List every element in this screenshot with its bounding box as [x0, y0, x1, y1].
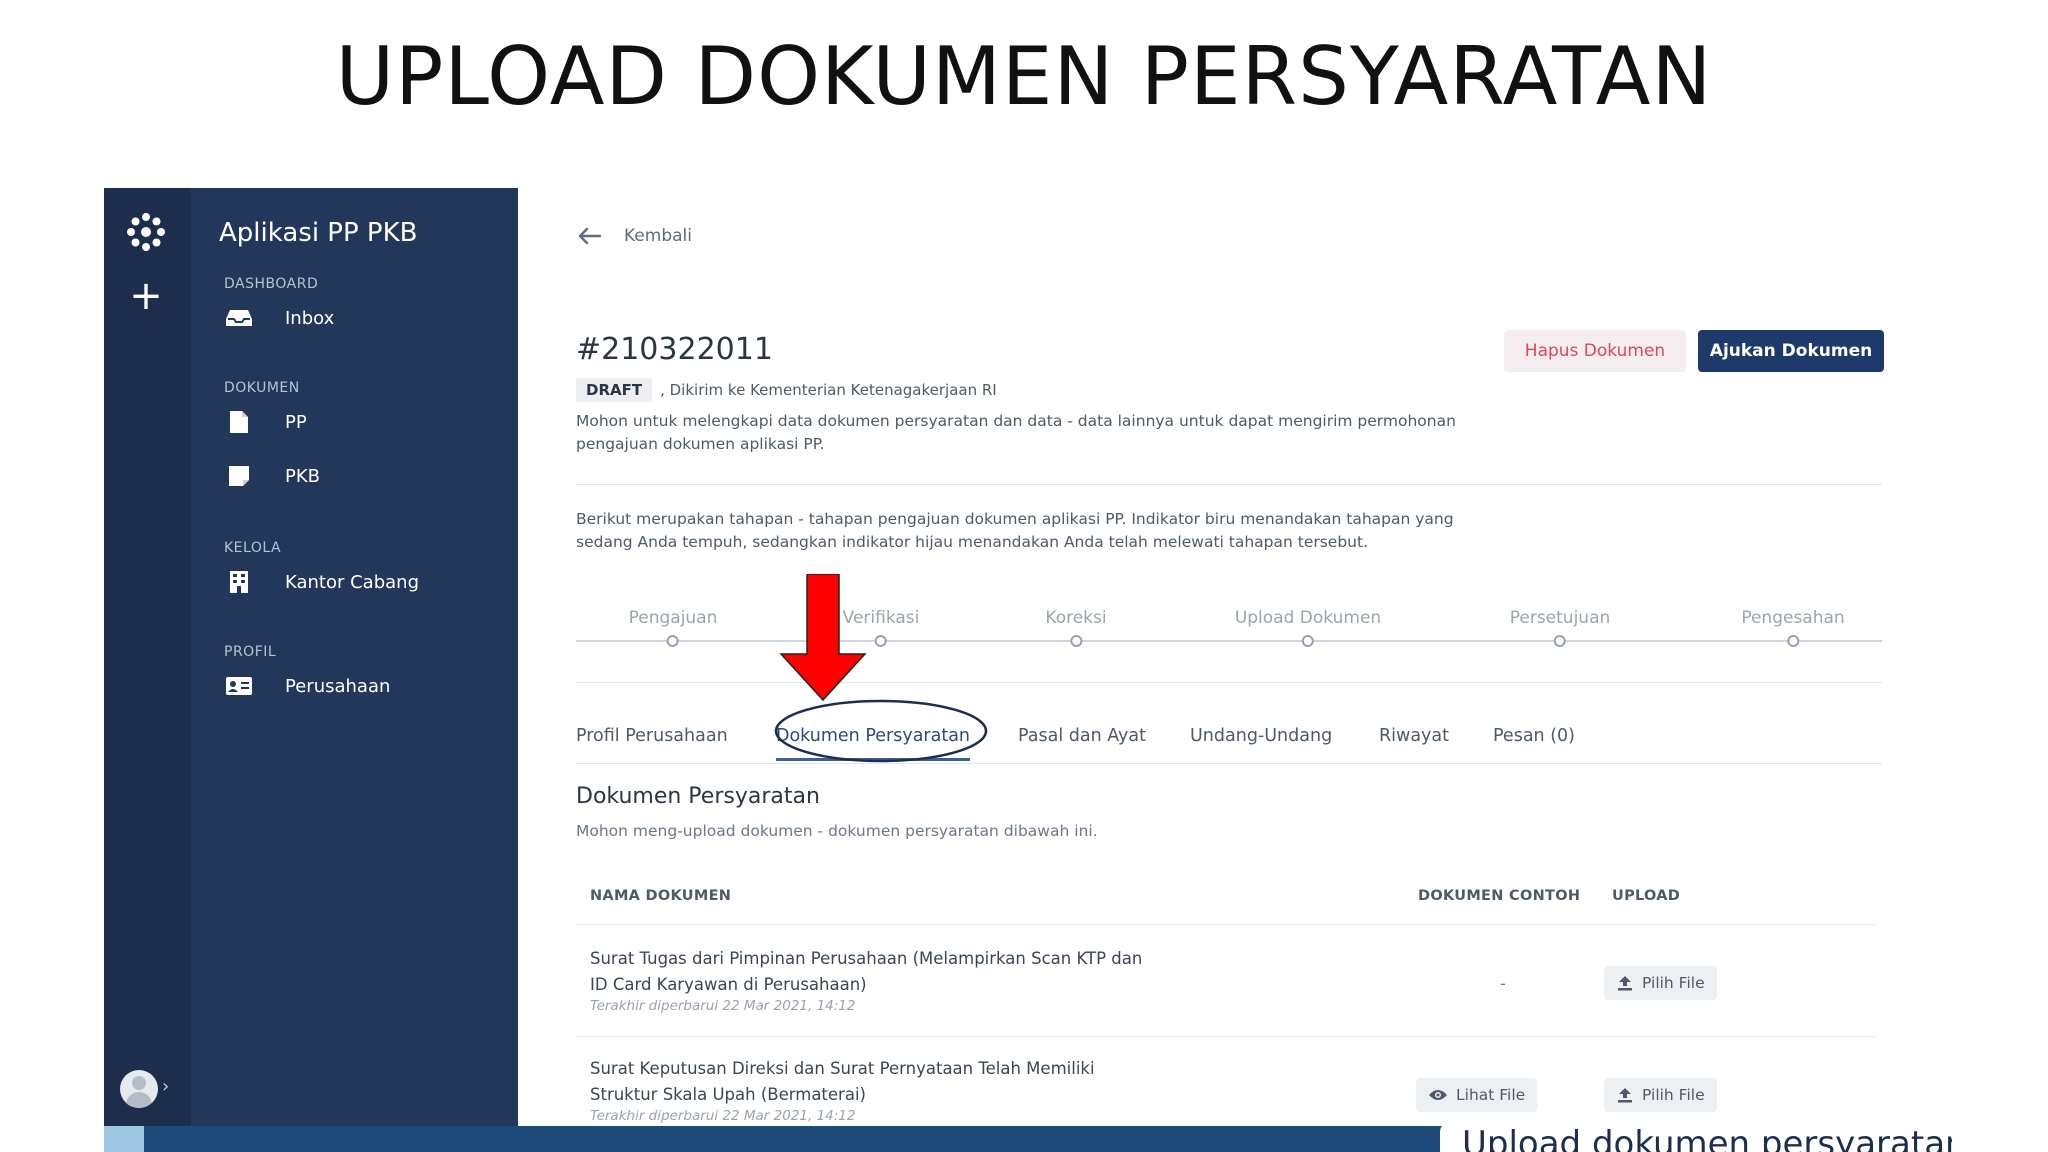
- slide-caption: Upload dokumen persyaratan: [1440, 1122, 1952, 1152]
- table-row-divider: [576, 1036, 1876, 1037]
- main-content: Kembali #210322011 DRAFT , Dikirim ke Ke…: [518, 188, 1944, 1130]
- sidebar-item-label: PP: [285, 411, 307, 433]
- sidebar-section-kelola: KELOLA: [224, 540, 282, 556]
- sidebar-item-label: Kantor Cabang: [285, 571, 420, 593]
- icon-rail: + ›: [104, 188, 191, 1130]
- back-label: Kembali: [624, 226, 692, 246]
- sidebar-item-perusahaan[interactable]: Perusahaan: [221, 666, 501, 706]
- upload-icon: [1618, 1088, 1632, 1103]
- note-icon: [221, 462, 257, 490]
- divider: [576, 484, 1882, 485]
- upload-icon: [1618, 976, 1632, 991]
- step-persetujuan: Persetujuan: [1510, 608, 1610, 647]
- slide-title: UPLOAD DOKUMEN PERSYARATAN: [335, 30, 1713, 123]
- table-row-2-updated: Terakhir diperbarui 22 Mar 2021, 14:12: [590, 1108, 856, 1124]
- arrow-left-icon: [578, 227, 602, 245]
- sidebar-item-label: PKB: [285, 465, 321, 487]
- document-icon: [221, 408, 257, 436]
- chevron-right-icon[interactable]: ›: [162, 1076, 169, 1097]
- table-row-divider: [576, 924, 1876, 925]
- tab-profil-perusahaan[interactable]: Profil Perusahaan: [576, 726, 728, 746]
- progress-stepper: Pengajuan Verifikasi Koreksi Upload Doku…: [576, 608, 1882, 648]
- step-pengesahan: Pengesahan: [1741, 608, 1845, 647]
- status-row: DRAFT , Dikirim ke Kementerian Ketenagak…: [576, 378, 997, 402]
- tab-pesan[interactable]: Pesan (0): [1493, 726, 1575, 746]
- sidebar-item-inbox[interactable]: Inbox: [221, 298, 501, 338]
- tab-pasal-dan-ayat[interactable]: Pasal dan Ayat: [1018, 726, 1146, 746]
- sidebar-item-label: Inbox: [285, 307, 335, 329]
- app-window: + › Aplikasi PP PKB DASHBOARD Inbox DOKU…: [104, 188, 1944, 1152]
- building-icon: [221, 568, 257, 596]
- table-row-2-upload-button[interactable]: Pilih File: [1604, 1078, 1717, 1112]
- column-header-upload: UPLOAD: [1612, 888, 1681, 904]
- table-row-2-view-button[interactable]: Lihat File: [1416, 1078, 1538, 1112]
- annotation-arrow-icon: [779, 574, 867, 702]
- sidebar-section-profil: PROFIL: [224, 644, 277, 660]
- step-pengajuan: Pengajuan: [629, 608, 717, 647]
- app-name: Aplikasi PP PKB: [219, 218, 418, 248]
- column-header-nama-dokumen: NAMA DOKUMEN: [590, 888, 732, 904]
- sidebar-item-label: Perusahaan: [285, 675, 391, 697]
- step-upload-dokumen: Upload Dokumen: [1235, 608, 1381, 647]
- intro-text: Mohon untuk melengkapi data dokumen pers…: [576, 412, 1456, 453]
- submit-document-button[interactable]: Ajukan Dokumen: [1698, 330, 1884, 372]
- section-title: Dokumen Persyaratan: [576, 784, 820, 809]
- status-text: , Dikirim ke Kementerian Ketenagakerjaan…: [660, 381, 997, 399]
- add-icon[interactable]: +: [126, 276, 166, 316]
- tab-bar: Profil Perusahaan Dokumen Persyaratan Pa…: [576, 718, 1882, 764]
- annotation-ellipse: [774, 699, 988, 763]
- delete-document-button[interactable]: Hapus Dokumen: [1504, 330, 1686, 372]
- sidebar-item-pp[interactable]: PP: [221, 402, 501, 442]
- stages-description: Berikut merupakan tahapan - tahapan peng…: [576, 510, 1454, 551]
- sidebar-section-dashboard: DASHBOARD: [224, 276, 319, 292]
- id-card-icon: [221, 672, 257, 700]
- eye-icon: [1429, 1090, 1447, 1100]
- logo-icon[interactable]: [122, 208, 170, 256]
- table-row-1-example: -: [1500, 974, 1506, 993]
- back-link[interactable]: Kembali: [576, 226, 692, 246]
- stepper-track: [576, 640, 1882, 642]
- section-subtitle: Mohon meng-upload dokumen - dokumen pers…: [576, 822, 1098, 840]
- table-row-1-upload-button[interactable]: Pilih File: [1604, 966, 1717, 1000]
- table-row-1-name: Surat Tugas dari Pimpinan Perusahaan (Me…: [590, 949, 1143, 994]
- sidebar-item-kantor-cabang[interactable]: Kantor Cabang: [221, 562, 501, 602]
- step-koreksi: Koreksi: [1045, 608, 1107, 647]
- divider: [576, 682, 1882, 683]
- sidebar: Aplikasi PP PKB DASHBOARD Inbox DOKUMEN …: [191, 188, 518, 1130]
- inbox-icon: [221, 304, 257, 332]
- table-row-1-updated: Terakhir diperbarui 22 Mar 2021, 14:12: [590, 998, 856, 1014]
- tab-riwayat[interactable]: Riwayat: [1379, 726, 1449, 746]
- document-id: #210322011: [576, 332, 773, 367]
- tab-undang-undang[interactable]: Undang-Undang: [1190, 726, 1332, 746]
- sidebar-section-dokumen: DOKUMEN: [224, 380, 300, 396]
- status-badge: DRAFT: [576, 378, 653, 402]
- column-header-dokumen-contoh: DOKUMEN CONTOH: [1418, 888, 1581, 904]
- sidebar-item-pkb[interactable]: PKB: [221, 456, 501, 496]
- table-row-2-name: Surat Keputusan Direksi dan Surat Pernya…: [590, 1059, 1095, 1104]
- avatar[interactable]: [120, 1070, 158, 1108]
